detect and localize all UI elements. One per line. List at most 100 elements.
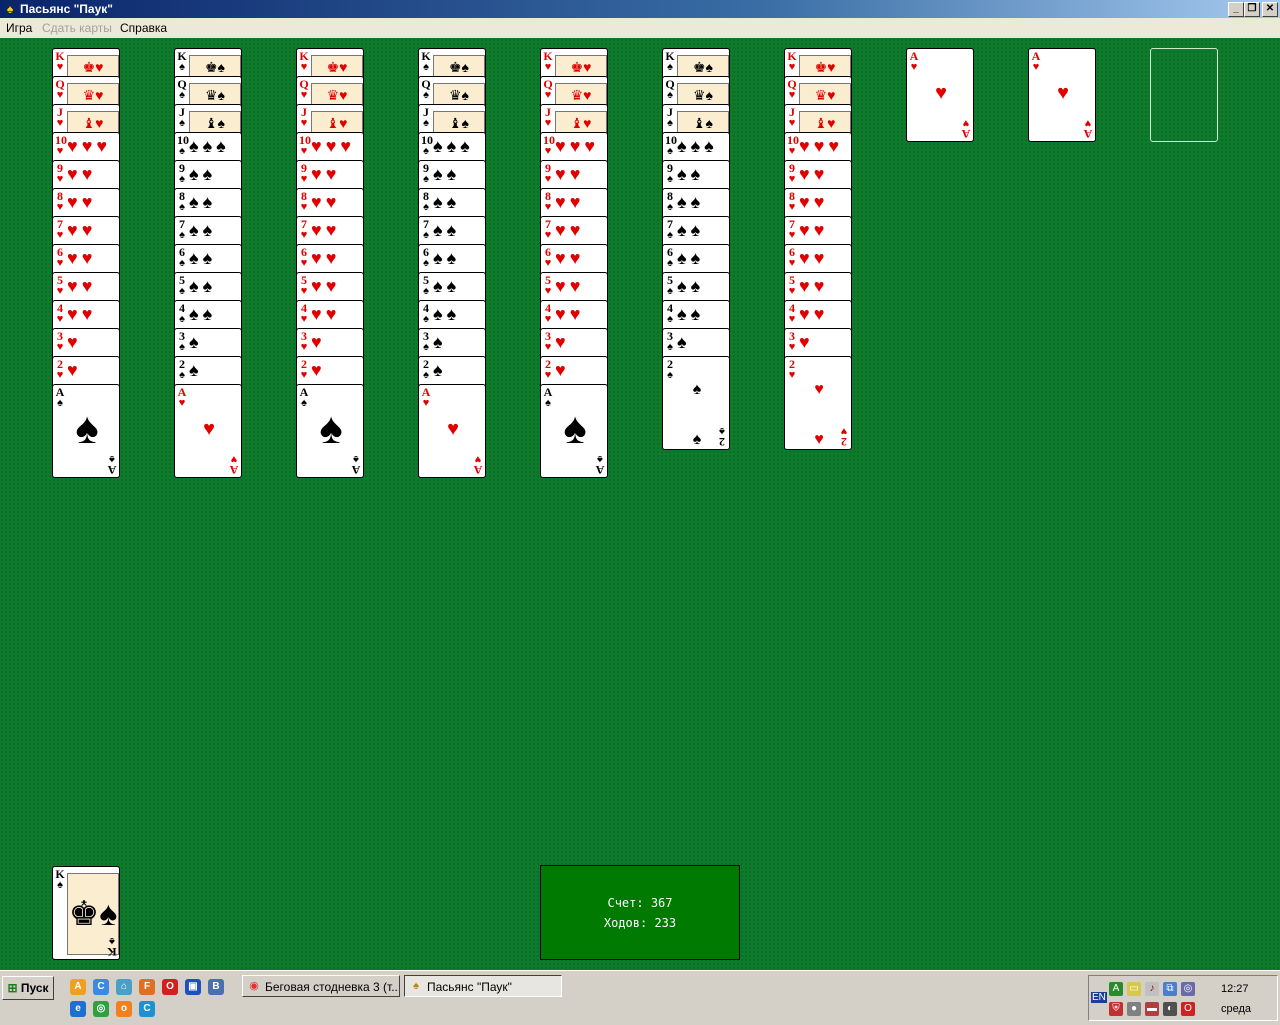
chrome-icon[interactable]: C — [93, 979, 109, 995]
tray-a-icon[interactable]: A — [1109, 982, 1123, 996]
card-suit-icon: ♥ — [56, 257, 64, 269]
tableau-top-card[interactable]: 2 ♠ ♠ ♠ 2 ♠ — [662, 356, 730, 450]
card-pips: ♠♠ — [189, 304, 217, 324]
language-indicator[interactable]: EN — [1091, 992, 1107, 1003]
card-rank: A — [107, 463, 117, 477]
card-pips: ♠♠ — [677, 304, 705, 324]
tableau-top-card[interactable]: A ♠ ♠ A ♠ — [540, 384, 608, 478]
tray-sound-icon[interactable]: ♪ — [1145, 982, 1159, 996]
foundation-card[interactable]: A ♥ ♥ A ♥ — [906, 48, 974, 142]
save-icon[interactable]: ▣ — [185, 979, 201, 995]
card-index: 6 ♠ — [177, 246, 187, 269]
card-index-bottom: A ♥ — [1083, 117, 1093, 141]
card-index-bottom: K ♠ — [107, 935, 117, 959]
card-index: Q ♥ — [543, 78, 553, 101]
card-rank: 2 — [719, 435, 725, 449]
card-rank: A — [961, 127, 971, 141]
score-value: 367 — [650, 896, 673, 910]
card-pips: ♥♥ — [311, 220, 341, 240]
tableau-top-card[interactable]: A ♠ ♠ A ♠ — [52, 384, 120, 478]
card-index: 8 ♥ — [55, 190, 65, 213]
card-index: 3 ♥ — [299, 330, 309, 353]
card-index: K ♠ — [665, 50, 675, 73]
card-suit-icon: ♥ — [544, 257, 552, 269]
tray-user-icon[interactable]: ● — [1127, 1002, 1141, 1016]
card-rank: A — [1083, 127, 1093, 141]
taskbar: ⊞ Пуск A C ⌂ F O ▣ Be ◎ о C ◉ Беговая стодневка 3… — [0, 970, 1280, 1025]
tableau-top-card[interactable]: A ♥ ♥ A ♥ — [418, 384, 486, 478]
opera-icon[interactable]: O — [162, 979, 178, 995]
minimize-button[interactable]: _ — [1228, 2, 1244, 17]
card-suit-icon: ♥ — [544, 201, 552, 213]
card-pips: ♠♠ — [433, 220, 461, 240]
card-index: 2 ♠ — [177, 358, 187, 381]
title-bar[interactable]: ♠ Пасьянс "Паук" _ ❐ ✕ — [0, 0, 1280, 18]
globe-icon[interactable]: ◎ — [93, 1001, 109, 1017]
clock-time[interactable]: 12:27 — [1221, 983, 1249, 995]
tableau-top-card[interactable]: A ♥ ♥ A ♥ — [174, 384, 242, 478]
tray-opera-icon[interactable]: O — [1181, 1002, 1195, 1016]
card-pips: ♥♥ — [555, 164, 585, 184]
tray-note-icon[interactable]: ▭ — [1127, 982, 1141, 996]
menu-help[interactable]: Справка — [120, 18, 167, 38]
card-index: J ♠ — [665, 106, 675, 129]
refresh-icon[interactable]: C — [139, 1001, 155, 1017]
home-icon[interactable]: ⌂ — [116, 979, 132, 995]
card-suit-icon: ♥ — [788, 201, 796, 213]
tray-monitor-icon[interactable]: ▬ — [1145, 1002, 1159, 1016]
tray-disk-icon[interactable]: ◐ — [1163, 1002, 1177, 1016]
card-suit-icon: ♥ — [544, 285, 552, 297]
card-index: 10 ♥ — [543, 134, 555, 157]
card-index: A ♥ — [177, 386, 187, 409]
spider-solitaire-icon: ♠ — [413, 980, 419, 992]
moves-line: Ходов: 233 — [541, 916, 739, 930]
start-button[interactable]: ⊞ Пуск — [2, 976, 54, 1000]
card-index: 4 ♥ — [55, 302, 65, 325]
card-index: 6 ♥ — [55, 246, 65, 269]
card-pips: ♠♠ — [433, 164, 461, 184]
taskbar-button-spider-solitaire[interactable]: ♠ Пасьянс "Паук" — [404, 975, 562, 997]
card-index: 7 ♠ — [421, 218, 431, 241]
foundation-empty-slot[interactable] — [1150, 48, 1218, 142]
card-suit-icon: ♠ — [423, 61, 429, 73]
card-index: 2 ♥ — [543, 358, 553, 381]
tray-shield-icon[interactable]: ⛨ — [1109, 1002, 1123, 1016]
avast-icon[interactable]: A — [70, 979, 86, 995]
card-index: J ♠ — [177, 106, 187, 129]
card-pips: ♠♠♠ — [433, 136, 474, 156]
card-index: 5 ♠ — [665, 274, 675, 297]
card-suit-icon: ♥ — [56, 229, 64, 241]
card-index: J ♥ — [787, 106, 797, 129]
moves-value: 233 — [654, 916, 677, 930]
card-index: 10 ♠ — [665, 134, 677, 157]
taskbar-button-browser[interactable]: ◉ Беговая стодневка 3 (т... — [242, 975, 400, 997]
card-suit-icon: ♠ — [423, 257, 429, 269]
card-suit-icon: ♠ — [667, 173, 673, 185]
card-suit-icon: ♠ — [423, 117, 429, 129]
card-pips: ♥ — [555, 360, 570, 380]
ie-icon[interactable]: e — [70, 1001, 86, 1017]
card-index: 7 ♥ — [543, 218, 553, 241]
card-index-bottom: A ♠ — [595, 453, 605, 477]
card-pips: ♥♥ — [799, 164, 829, 184]
tableau-top-card[interactable]: 2 ♥ ♥ ♥ 2 ♥ — [784, 356, 852, 450]
firefox-icon[interactable]: F — [139, 979, 155, 995]
foundation-card[interactable]: A ♥ ♥ A ♥ — [1028, 48, 1096, 142]
tray-network-icon[interactable]: ⧉ — [1163, 982, 1177, 996]
completed-pile-card[interactable]: K ♠ ♚♠ K ♠ — [52, 866, 120, 960]
tray-update-icon[interactable]: ◎ — [1181, 982, 1195, 996]
menu-deal-cards[interactable]: Сдать карты — [42, 18, 112, 38]
restore-button[interactable]: ❐ — [1244, 2, 1260, 17]
card-index: 8 ♠ — [665, 190, 675, 213]
card-index-bottom: A ♥ — [961, 117, 971, 141]
vk-icon[interactable]: B — [208, 979, 224, 995]
close-button[interactable]: ✕ — [1262, 2, 1278, 17]
card-pips: ♠♠ — [189, 164, 217, 184]
card-pips: ♠♠♠ — [677, 136, 718, 156]
score-label: Счет: — [607, 896, 644, 910]
menu-game[interactable]: Игра — [6, 18, 32, 38]
system-tray: EN A ▭ ♪ ⧉ ◎ ⛨ ● ▬ ◐ O 12:27 среда — [1088, 975, 1278, 1021]
tableau-top-card[interactable]: A ♠ ♠ A ♠ — [296, 384, 364, 478]
card-index: K ♥ — [543, 50, 553, 73]
odnoklassniki-icon[interactable]: о — [116, 1001, 132, 1017]
